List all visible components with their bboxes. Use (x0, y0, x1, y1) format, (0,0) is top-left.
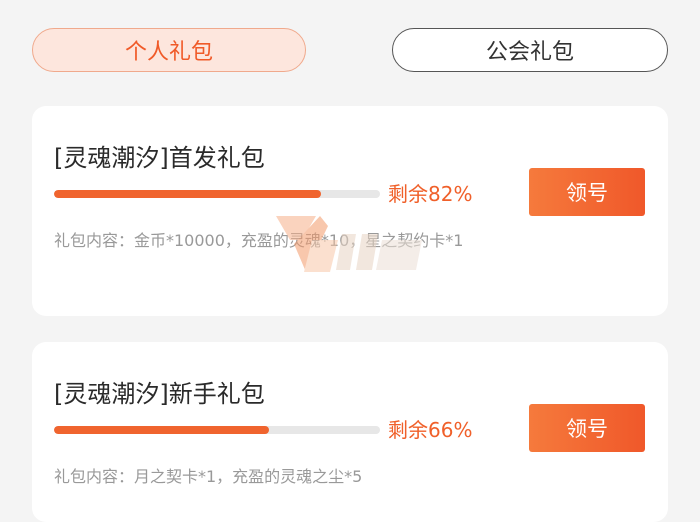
gift-title: [灵魂潮汐]新手礼包 (54, 380, 265, 408)
gift-title: [灵魂潮汐]首发礼包 (54, 144, 265, 172)
gift-content: 礼包内容：金币*10000，充盈的灵魂*10，星之契约卡*1 (54, 231, 464, 250)
gift-content: 礼包内容：月之契卡*1，充盈的灵魂之尘*5 (54, 467, 363, 486)
tab-guild-gift[interactable]: 公会礼包 (392, 28, 668, 72)
remaining-percent: 剩余82% (388, 182, 473, 206)
remaining-percent: 剩余66% (388, 418, 473, 442)
claim-button[interactable]: 领号 (529, 168, 645, 216)
remaining-progress-fill (54, 426, 270, 434)
tab-personal-gift[interactable]: 个人礼包 (32, 28, 306, 72)
remaining-progress-fill (54, 190, 322, 198)
claim-button[interactable]: 领号 (529, 404, 645, 452)
gift-tabs: 个人礼包 公会礼包 (0, 0, 700, 100)
gift-card: [灵魂潮汐]首发礼包 剩余82% 领号 礼包内容：金币*10000，充盈的灵魂*… (32, 106, 668, 316)
remaining-progress-bar (54, 426, 380, 434)
remaining-progress-bar (54, 190, 380, 198)
gift-card: [灵魂潮汐]新手礼包 剩余66% 领号 礼包内容：月之契卡*1，充盈的灵魂之尘*… (32, 342, 668, 522)
